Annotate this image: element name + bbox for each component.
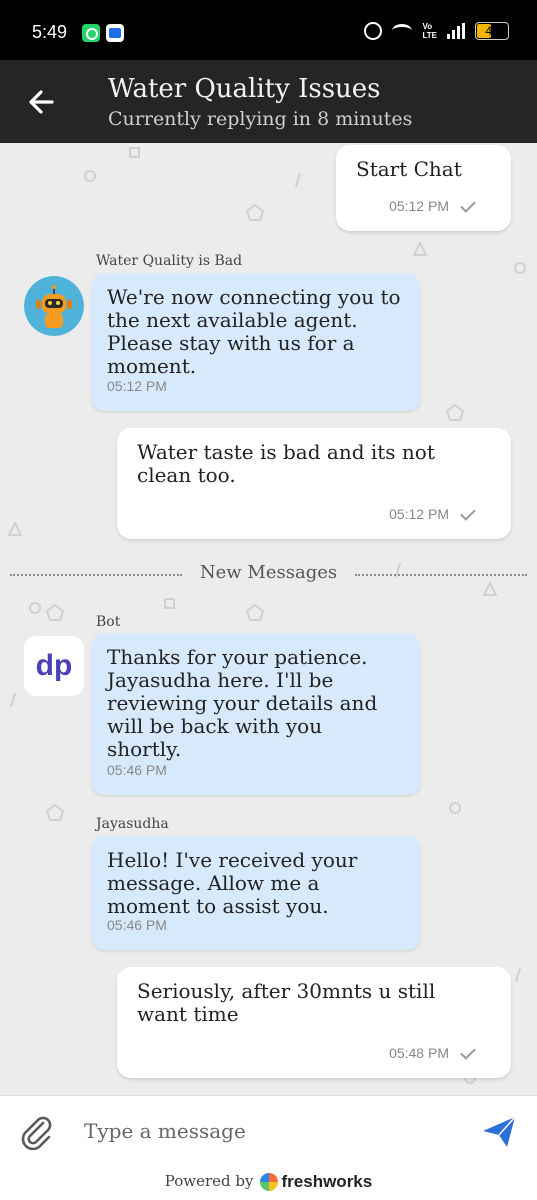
new-messages-divider: New Messages — [0, 562, 537, 586]
message-bubble-user: Start Chat 05:12 PM — [336, 145, 511, 231]
alarm-icon — [364, 22, 383, 40]
message-time: 05:46 PM — [107, 917, 167, 933]
whatsapp-notification-icon — [82, 24, 100, 42]
dp-logo-text: dp — [35, 649, 73, 682]
signal-icon — [447, 23, 465, 39]
message-bubble-bot: We're now connecting you to the next ava… — [91, 273, 421, 411]
message-time: 05:46 PM — [107, 762, 167, 778]
freshworks-logo-icon — [259, 1173, 278, 1191]
paperclip-icon[interactable] — [16, 1110, 56, 1150]
chat-header: Water Quality Issues Currently replying … — [0, 60, 537, 143]
message-text: Water taste is bad and its not clean too… — [137, 440, 435, 487]
message-time: 05:12 PM — [107, 378, 167, 394]
new-messages-label: New Messages — [199, 562, 338, 583]
message-text: Thanks for your patience. Jayasudha here… — [107, 645, 378, 761]
message-text: Start Chat — [356, 157, 462, 181]
sender-name: Jayasudha — [96, 816, 169, 832]
sender-name: Water Quality is Bad — [96, 253, 243, 269]
message-bubble-user: Seriously, after 30mnts u still want tim… — [117, 967, 511, 1078]
robot-avatar-icon — [24, 276, 84, 336]
status-bar: 5:49 Vo LTE 45 — [0, 0, 537, 60]
sent-check-icon — [460, 1043, 476, 1060]
robot-avatar — [24, 276, 84, 336]
reply-time-status: Currently replying in 8 minutes — [108, 108, 413, 130]
sender-name: Bot — [96, 614, 121, 630]
message-bubble-user: Water taste is bad and its not clean too… — [117, 428, 511, 539]
powered-by-label: Powered by — [164, 1172, 254, 1190]
send-icon[interactable] — [479, 1111, 519, 1151]
message-text: We're now connecting you to the next ava… — [107, 285, 401, 378]
message-time: 05:12 PM — [389, 198, 449, 214]
wifi-icon — [392, 24, 413, 38]
message-bubble-bot: Hello! I've received your message. Allow… — [91, 836, 421, 950]
message-composer — [0, 1095, 537, 1165]
message-time: 05:48 PM — [389, 1045, 449, 1061]
chat-title: Water Quality Issues — [108, 74, 381, 104]
mail-notification-icon — [106, 24, 124, 42]
freshworks-logo[interactable]: freshworks — [259, 1172, 373, 1192]
volte-indicator: Vo LTE — [422, 22, 437, 40]
dp-logo-avatar: dp — [24, 636, 84, 696]
battery-icon: 45 — [475, 22, 509, 40]
sent-check-icon — [460, 504, 476, 521]
message-text: Seriously, after 30mnts u still want tim… — [137, 979, 436, 1026]
powered-by-footer: Powered by freshworks — [0, 1165, 537, 1200]
message-bubble-bot: Thanks for your patience. Jayasudha here… — [91, 633, 421, 795]
battery-level: 45 — [485, 24, 499, 38]
freshworks-brand: freshworks — [281, 1172, 373, 1191]
message-time: 05:12 PM — [389, 506, 449, 522]
chat-thread[interactable]: Start Chat 05:12 PM Water Quality is Bad… — [0, 143, 537, 1095]
message-text: Hello! I've received your message. Allow… — [107, 848, 358, 918]
status-time: 5:49 — [32, 22, 68, 42]
divider-line-right — [355, 574, 527, 576]
back-arrow-icon[interactable] — [22, 82, 62, 122]
message-input[interactable] — [84, 1114, 464, 1148]
sent-check-icon — [460, 196, 476, 213]
